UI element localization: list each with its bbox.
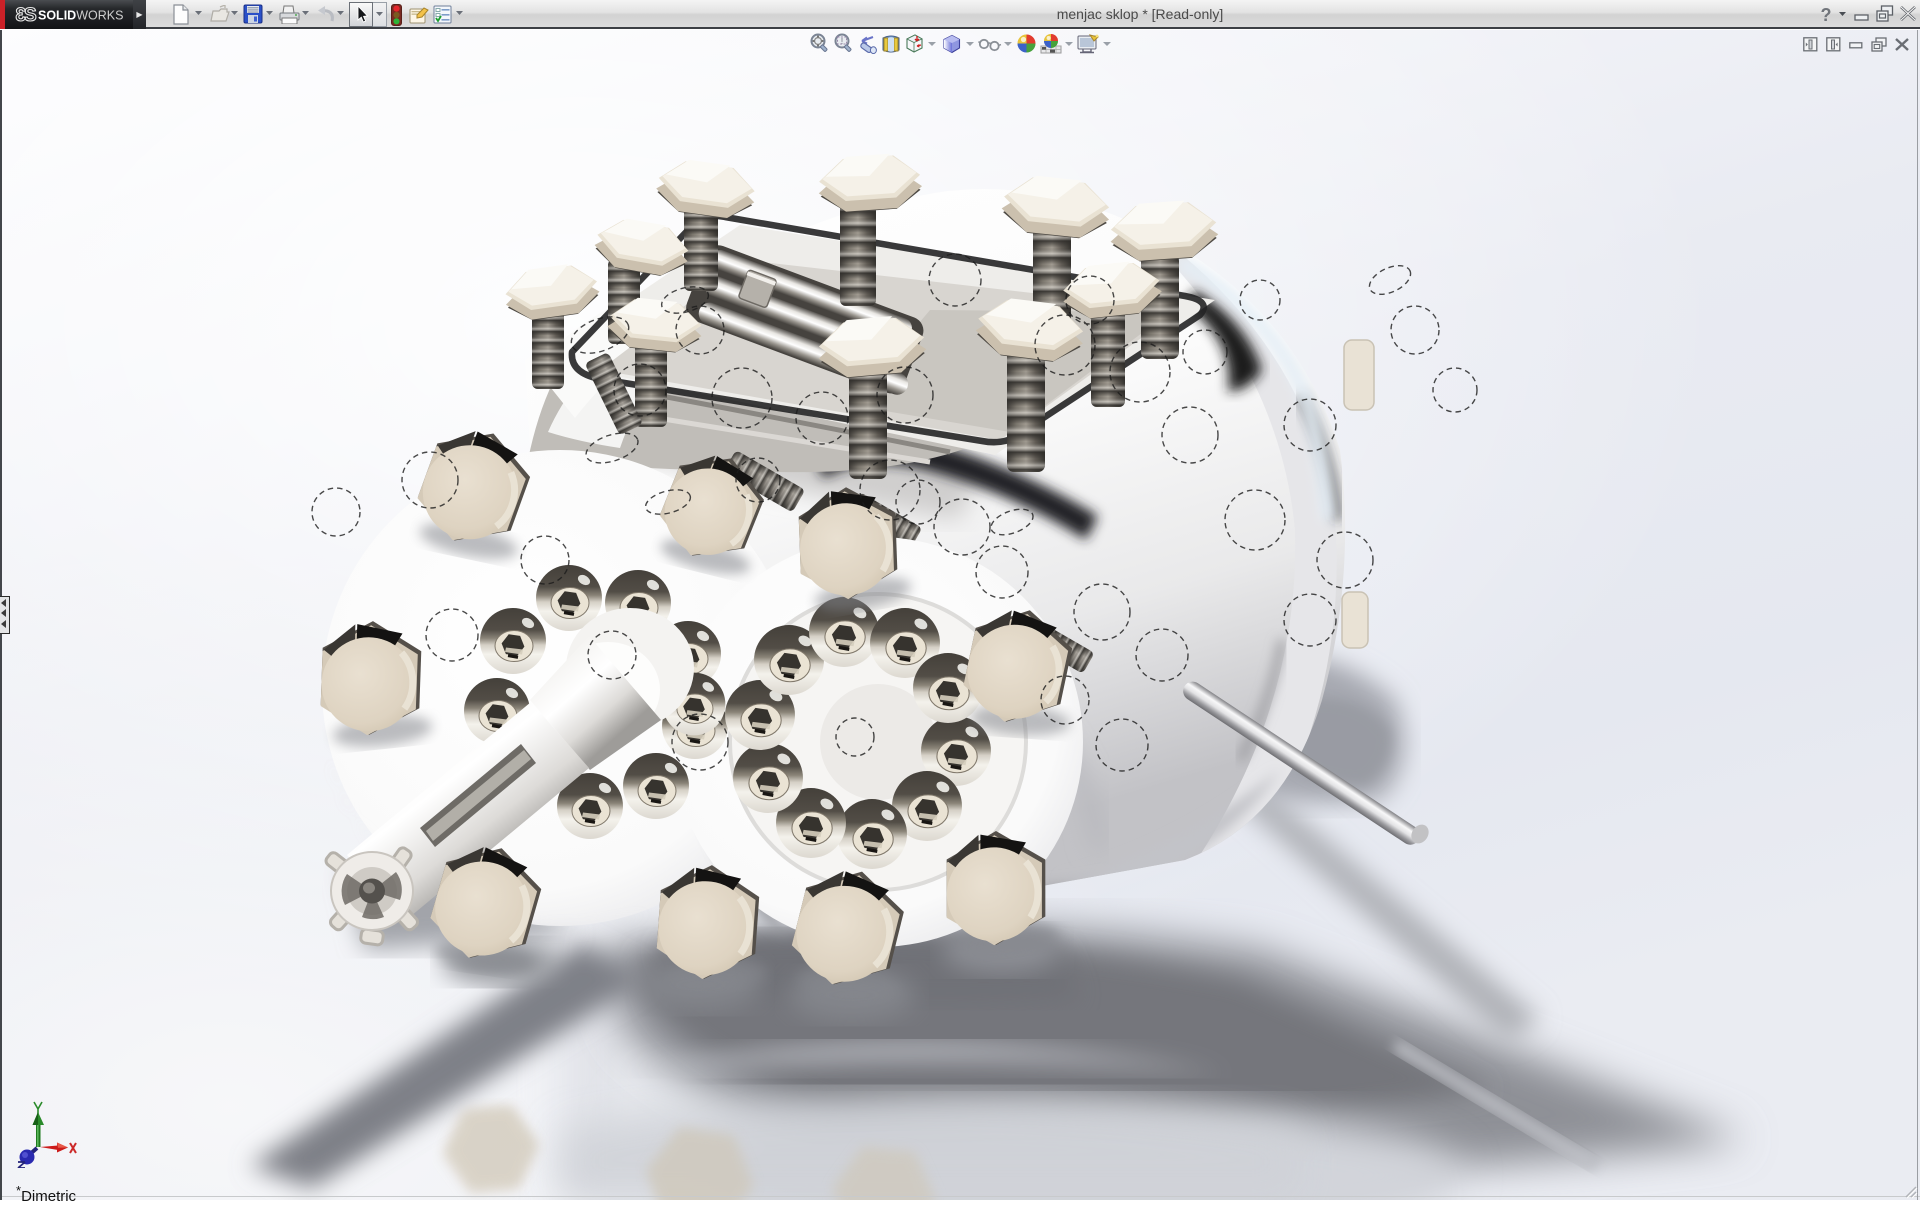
svg-text:!: !	[841, 37, 843, 46]
svg-text:SOLIDWORKS: SOLIDWORKS	[38, 9, 123, 23]
svg-text:S: S	[24, 5, 37, 26]
svg-text:?: ?	[1821, 5, 1832, 24]
